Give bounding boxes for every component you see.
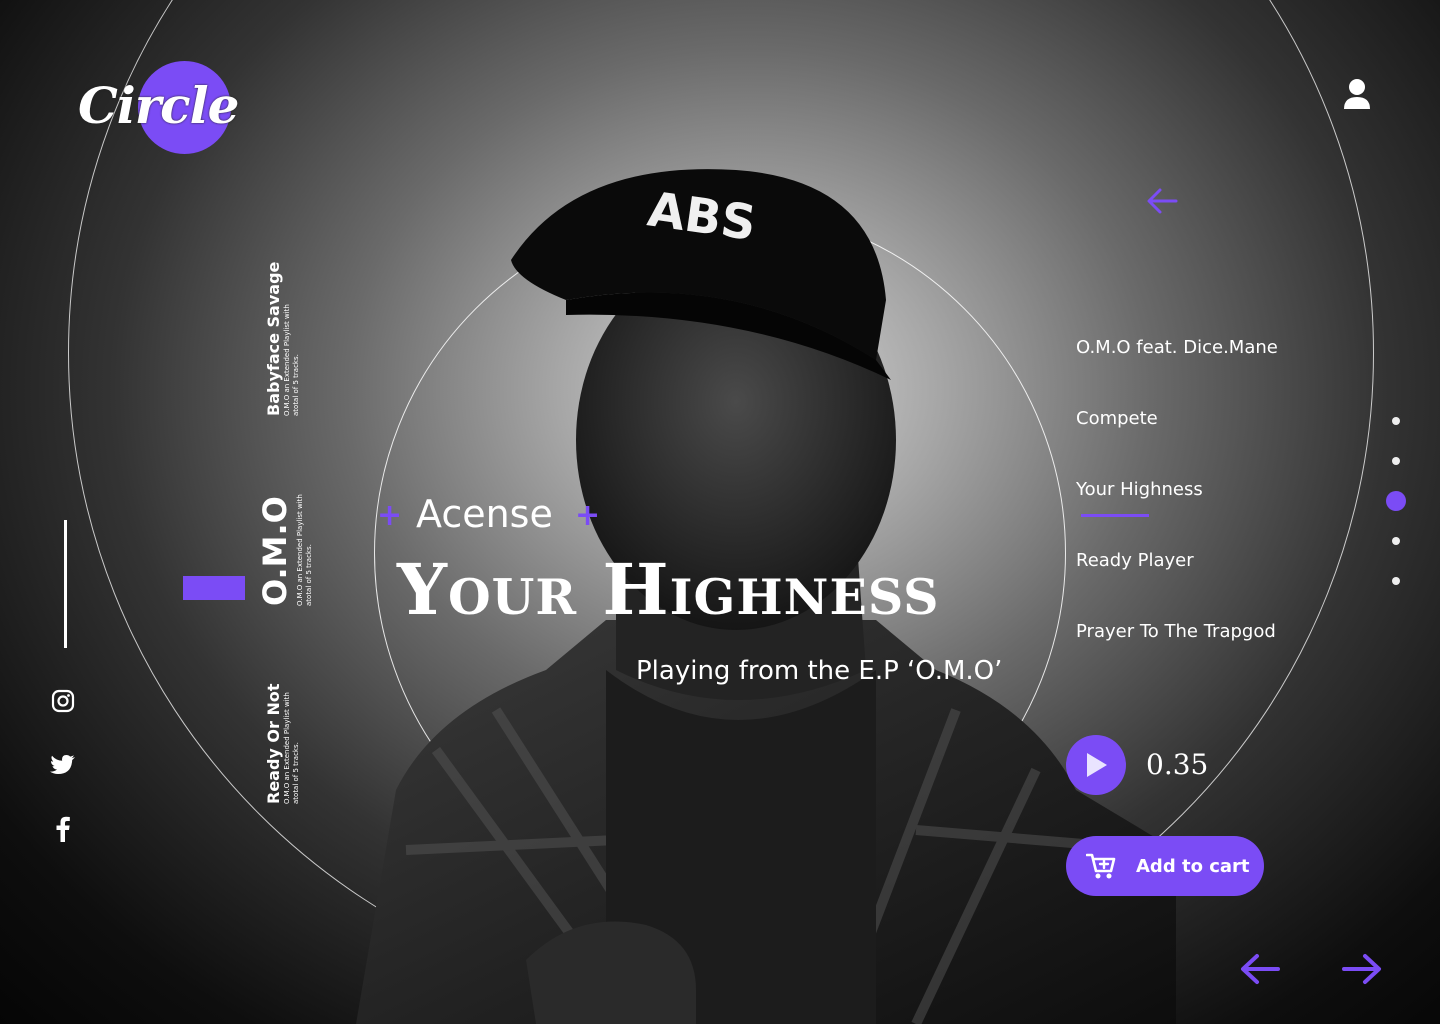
album-title: Babyface Savage	[264, 261, 283, 416]
track-item[interactable]: Ready Player	[1076, 550, 1194, 571]
add-to-cart-label: Add to cart	[1136, 855, 1250, 877]
pager-dot[interactable]	[1392, 457, 1400, 465]
brand-logo[interactable]: Circle	[78, 58, 258, 162]
add-to-cart-button[interactable]: Add to cart	[1066, 836, 1264, 896]
pager-dot[interactable]	[1392, 577, 1400, 585]
logo-text: Circle	[78, 76, 239, 135]
pager-dot[interactable]	[1392, 537, 1400, 545]
next-arrow-icon[interactable]	[1342, 952, 1382, 986]
album-description: O.M.O an Extended Playlist with atotal o…	[283, 304, 300, 416]
back-arrow-icon[interactable]	[1146, 186, 1178, 216]
album-item-ready-or-not[interactable]: Ready Or Not O.M.O an Extended Playlist …	[264, 674, 301, 804]
twitter-icon[interactable]	[50, 752, 76, 778]
plus-icon-right: +	[575, 498, 601, 533]
pager-dot-active[interactable]	[1386, 491, 1406, 511]
user-icon[interactable]	[1338, 76, 1376, 114]
track-item-active[interactable]: Your Highness	[1076, 479, 1203, 500]
album-description: O.M.O an Extended Playlist with atotal o…	[296, 494, 313, 606]
play-icon	[1087, 753, 1107, 777]
divider-line	[64, 520, 67, 648]
track-item[interactable]: Compete	[1076, 408, 1158, 429]
playback-time: 0.35	[1146, 748, 1209, 781]
track-item[interactable]: Prayer To The Trapgod	[1076, 621, 1276, 642]
previous-arrow-icon[interactable]	[1240, 952, 1280, 986]
instagram-icon[interactable]	[50, 688, 76, 714]
track-item[interactable]: O.M.O feat. Dice.Mane	[1076, 337, 1278, 358]
album-item-omo[interactable]: O.M.O O.M.O an Extended Playlist with at…	[256, 476, 314, 606]
facebook-icon[interactable]	[50, 816, 76, 842]
playing-from-text: Playing from the E.P ‘O.M.O’	[636, 656, 1003, 686]
album-title: O.M.O	[256, 496, 294, 606]
album-description: O.M.O an Extended Playlist with atotal o…	[283, 692, 300, 804]
cart-plus-icon	[1086, 853, 1116, 879]
play-button[interactable]	[1066, 735, 1126, 795]
pager-dot[interactable]	[1392, 417, 1400, 425]
active-album-indicator	[183, 576, 245, 600]
album-item-babyface-savage[interactable]: Babyface Savage O.M.O an Extended Playli…	[264, 262, 301, 416]
active-track-underline	[1081, 514, 1149, 517]
plus-icon-left: +	[377, 498, 403, 533]
song-title: Your Highness	[397, 548, 940, 631]
album-title: Ready Or Not	[264, 683, 283, 804]
artist-name: Acense	[416, 492, 553, 536]
